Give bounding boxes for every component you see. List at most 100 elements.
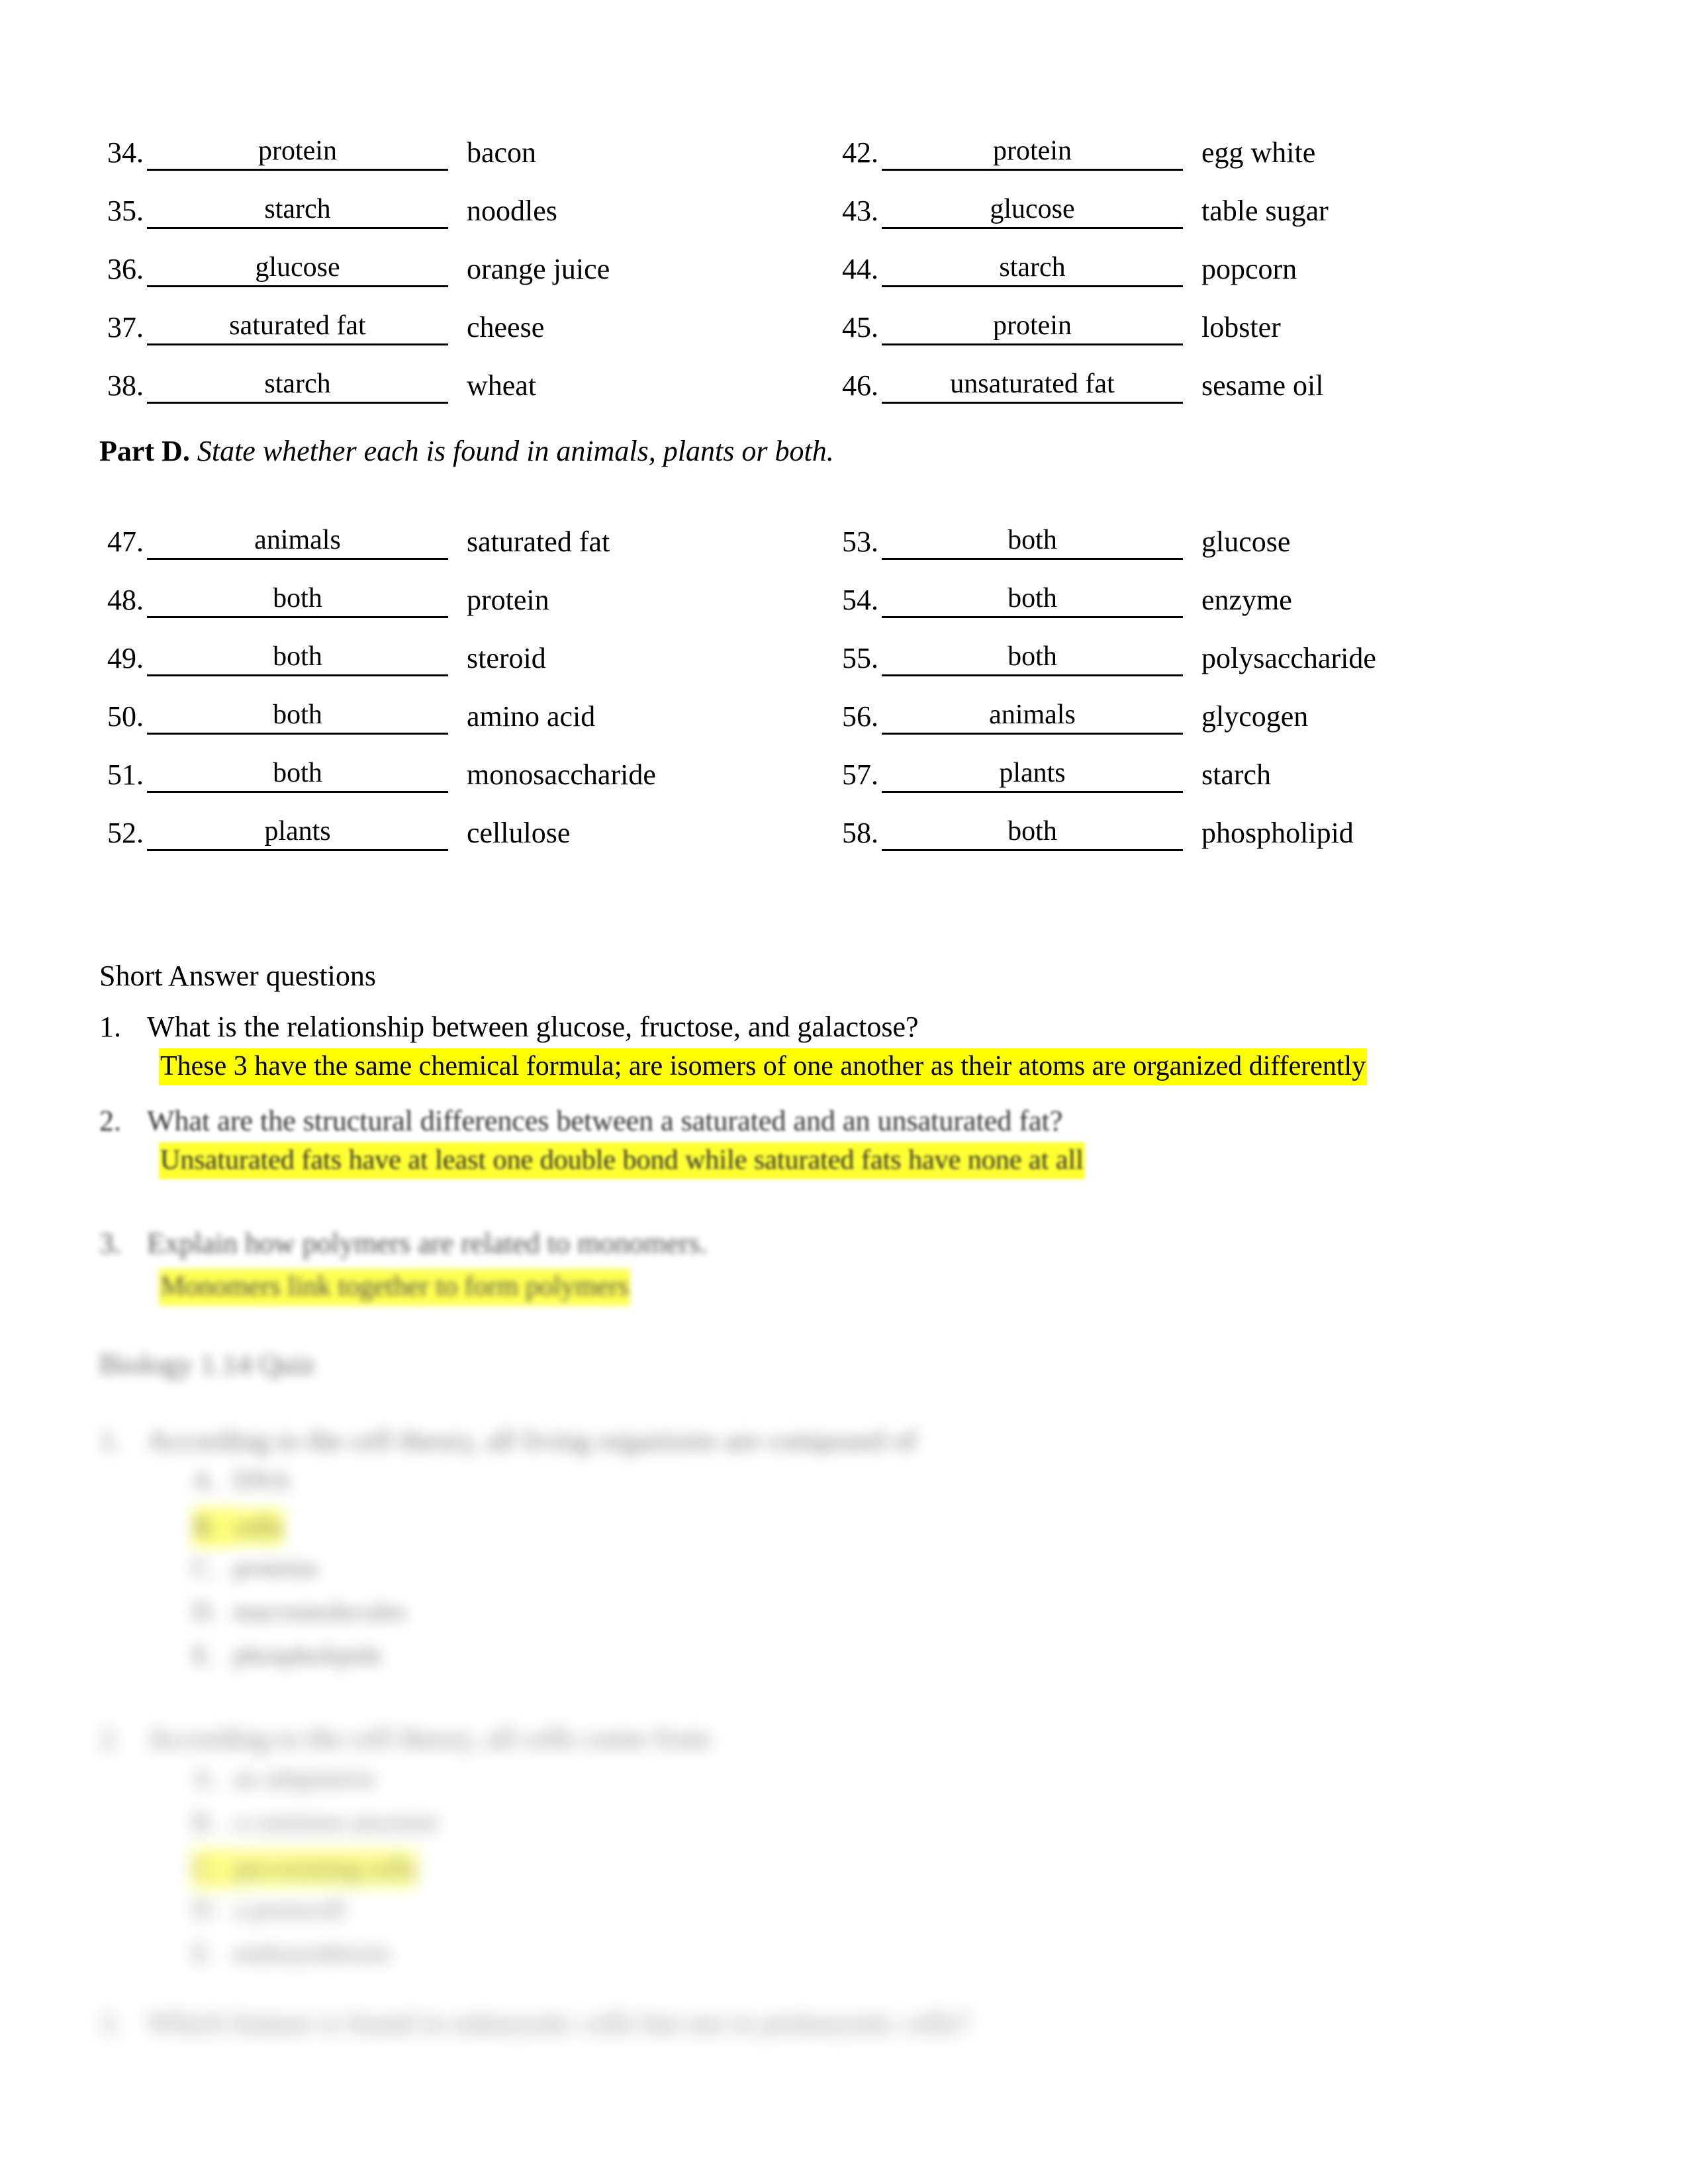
mc-option-letter: C. — [192, 1553, 216, 1582]
mc-option-letter: B. — [192, 1807, 216, 1837]
row-label: glucose — [1201, 525, 1291, 558]
answer-blank[interactable]: both — [147, 582, 448, 618]
short-answer-question-3-block: 3. Explain how polymers are related to mo… — [0, 1218, 1688, 1324]
row-label: polysaccharide — [1201, 642, 1376, 674]
answer-blank[interactable]: both — [147, 698, 448, 735]
answer-blank[interactable]: both — [882, 582, 1183, 618]
worksheet-page: 34. protein bacon 42. protein egg white 35. sta… — [0, 0, 1688, 2184]
row-label: orange juice — [467, 253, 610, 285]
answer-blank[interactable]: plants — [882, 756, 1183, 793]
question-2-answer-highlighted: Unsaturated fats have at least one doubl… — [159, 1142, 1085, 1179]
question-2-text: What are the structural differences betw… — [147, 1105, 1063, 1137]
row-label: noodles — [467, 195, 557, 227]
answer-blank[interactable]: protein — [882, 134, 1183, 171]
answer-blank[interactable]: glucose — [882, 193, 1183, 229]
row-label: protein — [467, 584, 549, 616]
mc-option-text: endosymbiosis — [233, 1938, 391, 1968]
row-label: amino acid — [467, 700, 596, 733]
row-number: 48. — [107, 584, 144, 616]
row-label: steroid — [467, 642, 546, 674]
row-number: 44. — [842, 253, 878, 285]
answer-blank[interactable]: protein — [147, 134, 448, 171]
row-label: sesame oil — [1201, 369, 1324, 402]
part-d-instruction: State whether each is found in animals, … — [197, 435, 834, 467]
multiple-choice-question-1-block: 1. According to the cell theory, all livi… — [0, 1416, 1688, 1670]
answer-blank[interactable]: saturated fat — [147, 309, 448, 345]
short-answer-question-2: 2. What are the structural differences be… — [99, 1103, 1062, 1139]
mc-option-text: a common ancestor — [233, 1807, 439, 1837]
answer-row: 57. plants starch — [827, 735, 1562, 793]
mc-option[interactable]: E. phospholipids — [192, 1639, 381, 1672]
row-label: lobster — [1201, 311, 1281, 343]
row-number: 36. — [107, 253, 144, 285]
mc-option[interactable]: C. pre-existing cells — [192, 1849, 418, 1889]
mc-option[interactable]: A. DNA — [192, 1464, 291, 1497]
answer-blank[interactable]: both — [147, 756, 448, 793]
row-number: 57. — [842, 758, 878, 791]
row-number: 54. — [842, 584, 878, 616]
row-label: glycogen — [1201, 700, 1309, 733]
mc-option-text: a protocell — [233, 1894, 346, 1924]
question-3-answer-highlighted: Monomers link together to form polymers — [159, 1269, 631, 1306]
answer-blank[interactable]: starch — [147, 193, 448, 229]
answer-row: 45. protein lobster — [827, 287, 1562, 345]
row-label: monosaccharide — [467, 758, 656, 791]
answer-blank[interactable]: animals — [882, 698, 1183, 735]
row-number: 38. — [107, 369, 144, 402]
row-number: 42. — [842, 136, 878, 169]
answer-blank[interactable]: plants — [147, 815, 448, 851]
answer-row: 34. protein bacon — [93, 113, 827, 171]
row-number: 49. — [107, 642, 144, 674]
short-answer-heading: Short Answer questions — [99, 960, 376, 992]
mc-option[interactable]: E. endosymbiosis — [192, 1936, 391, 1970]
mc-option[interactable]: A. an adaptation — [192, 1762, 375, 1795]
answer-row: 52. plants cellulose — [93, 793, 827, 851]
mc-option-letter: D. — [192, 1596, 218, 1626]
mc-option[interactable]: D. a protocell — [192, 1893, 346, 1926]
answer-row: 47. animals saturated fat — [93, 502, 827, 560]
row-number: 53. — [842, 525, 878, 558]
answer-row: 51. both monosaccharide — [93, 735, 827, 793]
mc-option[interactable]: B. cells — [192, 1508, 285, 1547]
answer-row: 44. starch popcorn — [827, 229, 1562, 287]
mc-question-1-number: 1. — [99, 1424, 121, 1457]
row-number: 34. — [107, 136, 144, 169]
answer-row: 36. glucose orange juice — [93, 229, 827, 287]
mc-question-3: 3. Which feature is found in eukaryotic c… — [99, 2005, 970, 2041]
part-c-answer-grid: 34. protein bacon 42. protein egg white 35. sta… — [93, 113, 1562, 404]
row-label: phospholipid — [1201, 817, 1354, 849]
row-label: cellulose — [467, 817, 571, 849]
mc-option[interactable]: B. a common ancestor — [192, 1805, 439, 1839]
mc-option[interactable]: D. macromolecules — [192, 1595, 406, 1628]
part-d-heading: Part D. State whether each is found in a… — [99, 433, 834, 469]
part-d-label: Part D. — [99, 435, 190, 467]
answer-blank[interactable]: both — [147, 640, 448, 676]
mc-question-2: 2. According to the cell theory, all cell… — [99, 1721, 710, 1756]
short-answer-response-2: Unsaturated fats have at least one doubl… — [159, 1142, 1085, 1179]
row-number: 58. — [842, 817, 878, 849]
answer-blank[interactable]: protein — [882, 309, 1183, 345]
mc-question-2-number: 2. — [99, 1722, 121, 1754]
multiple-choice-question-3-block: 3. Which feature is found in eukaryotic c… — [0, 1999, 1688, 2078]
answer-blank[interactable]: both — [882, 640, 1183, 676]
row-label: wheat — [467, 369, 537, 402]
answer-blank[interactable]: both — [882, 523, 1183, 560]
mc-option-text: pre-existing cells — [233, 1850, 418, 1887]
answer-blank[interactable]: animals — [147, 523, 448, 560]
answer-blank[interactable]: starch — [147, 367, 448, 404]
question-3-text: Explain how polymers are related to mono… — [147, 1227, 708, 1259]
row-number: 55. — [842, 642, 878, 674]
row-number: 51. — [107, 758, 144, 791]
answer-blank[interactable]: starch — [882, 251, 1183, 287]
mc-option-text: cells — [233, 1509, 285, 1545]
row-number: 45. — [842, 311, 878, 343]
answer-blank[interactable]: unsaturated fat — [882, 367, 1183, 404]
short-answer-response-3: Monomers link together to form polymers — [159, 1269, 631, 1306]
multiple-choice-question-2-block: 2. According to the cell theory, all cell… — [0, 1714, 1688, 1968]
mc-question-1-text: According to the cell theory, all living… — [147, 1424, 917, 1457]
answer-blank[interactable]: glucose — [147, 251, 448, 287]
mc-option[interactable]: C. proteins — [192, 1551, 318, 1584]
row-label: popcorn — [1201, 253, 1297, 285]
row-label: egg white — [1201, 136, 1316, 169]
answer-blank[interactable]: both — [882, 815, 1183, 851]
